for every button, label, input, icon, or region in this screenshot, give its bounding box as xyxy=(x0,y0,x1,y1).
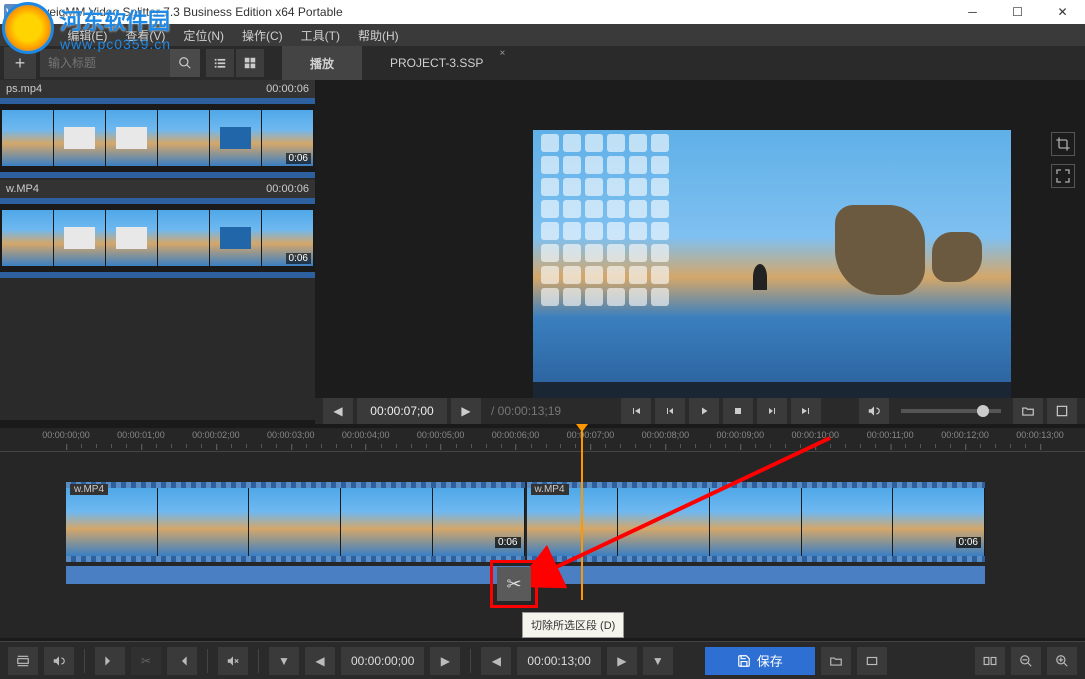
folder-button[interactable] xyxy=(1013,398,1043,424)
step-back-button[interactable] xyxy=(655,398,685,424)
goto-in-button[interactable]: ◀ xyxy=(305,647,335,675)
volume-button[interactable] xyxy=(859,398,889,424)
current-time[interactable]: 00:00:07;00 xyxy=(357,398,447,424)
ruler-tick: 00:00:12;00 xyxy=(941,430,989,440)
ruler-tick: 00:00:00;00 xyxy=(42,430,90,440)
clip-duration: 00:00:06 xyxy=(266,83,309,95)
ruler-tick: 00:00:07;00 xyxy=(567,430,615,440)
tool-row: + 播放 PROJECT-3.SSP× xyxy=(0,46,1085,80)
close-icon[interactable]: × xyxy=(500,48,506,59)
play-button[interactable] xyxy=(689,398,719,424)
timeline-clip[interactable]: w.MP4 0:06 xyxy=(527,482,986,562)
search-input[interactable] xyxy=(40,56,170,70)
grid-view-button[interactable] xyxy=(236,49,264,77)
ruler-tick: 00:00:10;00 xyxy=(791,430,839,440)
playhead[interactable] xyxy=(581,430,583,600)
step-fwd-button[interactable] xyxy=(757,398,787,424)
zoom-in-button[interactable] xyxy=(1047,647,1077,675)
menu-view[interactable]: 查看(V) xyxy=(125,27,165,44)
ruler-tick: 00:00:13;00 xyxy=(1016,430,1064,440)
playback-controls: ◀ 00:00:07;00 ▶ / 00:00:13;19 xyxy=(315,398,1085,424)
scissors-highlight: ✂ xyxy=(490,560,538,608)
dropdown1-button[interactable]: ▼ xyxy=(269,647,299,675)
menu-operate[interactable]: 操作(C) xyxy=(242,27,283,44)
marker-out-button[interactable] xyxy=(167,647,197,675)
ruler-tick: 00:00:04;00 xyxy=(342,430,390,440)
list-view-button[interactable] xyxy=(206,49,234,77)
file-panel: ps.mp4 00:00:06 0:06 w.MP4 00:00:06 0:06 xyxy=(0,80,315,420)
clip-name: ps.mp4 xyxy=(6,83,42,95)
close-button[interactable]: ✕ xyxy=(1040,0,1085,24)
preview-video[interactable] xyxy=(533,130,1011,398)
next-out-button[interactable]: ▶ xyxy=(607,647,637,675)
search-button[interactable] xyxy=(170,49,200,77)
clip-item[interactable]: w.MP4 00:00:06 0:06 xyxy=(0,180,315,278)
mute-button[interactable] xyxy=(218,647,248,675)
scissors-button[interactable]: ✂ xyxy=(131,647,161,675)
ruler-tick: 00:00:08;00 xyxy=(642,430,690,440)
bottom-bar: ✂ ▼ ◀ 00:00:00;00 ▶ ◀ 00:00:13;00 ▶ ▼ 保存 xyxy=(0,641,1085,679)
zoom-out-button[interactable] xyxy=(1011,647,1041,675)
menu-edit[interactable]: 编辑(E) xyxy=(67,27,107,44)
fullscreen-icon[interactable] xyxy=(1051,164,1075,188)
ruler-tick: 00:00:05;00 xyxy=(417,430,465,440)
add-file-button[interactable]: + xyxy=(4,47,36,79)
total-duration: / 00:00:13;19 xyxy=(485,404,567,418)
cut-selection-button[interactable]: ✂ xyxy=(497,567,531,601)
goto-start-button[interactable] xyxy=(621,398,651,424)
save-button[interactable]: 保存 xyxy=(705,647,815,675)
ruler[interactable]: 00:00:00;00 00:00:01;00 00:00:02;00 00:00:0… xyxy=(0,428,1085,452)
clip-item[interactable]: ps.mp4 00:00:06 0:06 xyxy=(0,80,315,178)
marker-in-button[interactable] xyxy=(95,647,125,675)
ruler-tick: 00:00:03;00 xyxy=(267,430,315,440)
zoom-fit-button[interactable] xyxy=(975,647,1005,675)
timeline[interactable]: 00:00:00;00 00:00:01;00 00:00:02;00 00:00:0… xyxy=(0,428,1085,638)
fitscreen-button[interactable] xyxy=(1047,398,1077,424)
out-time[interactable]: 00:00:13;00 xyxy=(517,647,600,675)
goto-out-button[interactable]: ◀ xyxy=(481,647,511,675)
ruler-tick: 00:00:11;00 xyxy=(867,430,914,440)
maximize-button[interactable]: ☐ xyxy=(995,0,1040,24)
tab-project[interactable]: PROJECT-3.SSP× xyxy=(362,46,511,80)
open-folder-button[interactable] xyxy=(821,647,851,675)
tab-play[interactable]: 播放 xyxy=(282,46,362,80)
titlebar: VS SolveigMM Video Splitter 7.3 Business… xyxy=(0,0,1085,24)
clip-name: w.MP4 xyxy=(6,183,39,195)
clip-duration: 00:00:06 xyxy=(266,183,309,195)
settings-button[interactable] xyxy=(857,647,887,675)
in-time[interactable]: 00:00:00;00 xyxy=(341,647,424,675)
tooltip: 切除所选区段 (D) xyxy=(522,612,624,638)
ruler-tick: 00:00:09;00 xyxy=(717,430,765,440)
dropdown2-button[interactable]: ▼ xyxy=(643,647,673,675)
stop-button[interactable] xyxy=(723,398,753,424)
preview-area: ◀ 00:00:07;00 ▶ / 00:00:13;19 xyxy=(315,80,1085,420)
goto-end-button[interactable] xyxy=(791,398,821,424)
menu-file[interactable]: 文件(F) xyxy=(10,27,49,44)
minimize-button[interactable]: ─ xyxy=(950,0,995,24)
app-icon: VS xyxy=(4,4,20,20)
menu-navigate[interactable]: 定位(N) xyxy=(183,27,224,44)
volume-slider[interactable] xyxy=(901,409,1001,413)
next-frame-button[interactable]: ▶ xyxy=(451,398,481,424)
window-title: SolveigMM Video Splitter 7.3 Business Ed… xyxy=(26,5,343,19)
menu-help[interactable]: 帮助(H) xyxy=(358,27,399,44)
ruler-tick: 00:00:06;00 xyxy=(492,430,540,440)
audio-button[interactable] xyxy=(44,647,74,675)
timeline-clip[interactable]: w.MP4 0:06 xyxy=(66,482,525,562)
menu-tools[interactable]: 工具(T) xyxy=(301,27,340,44)
crop-icon[interactable] xyxy=(1051,132,1075,156)
menubar: 文件(F) 编辑(E) 查看(V) 定位(N) 操作(C) 工具(T) 帮助(H… xyxy=(0,24,1085,46)
ruler-tick: 00:00:02;00 xyxy=(192,430,240,440)
next-in-button[interactable]: ▶ xyxy=(430,647,460,675)
prev-frame-button[interactable]: ◀ xyxy=(323,398,353,424)
timeline-view-button[interactable] xyxy=(8,647,38,675)
ruler-tick: 00:00:01;00 xyxy=(117,430,165,440)
